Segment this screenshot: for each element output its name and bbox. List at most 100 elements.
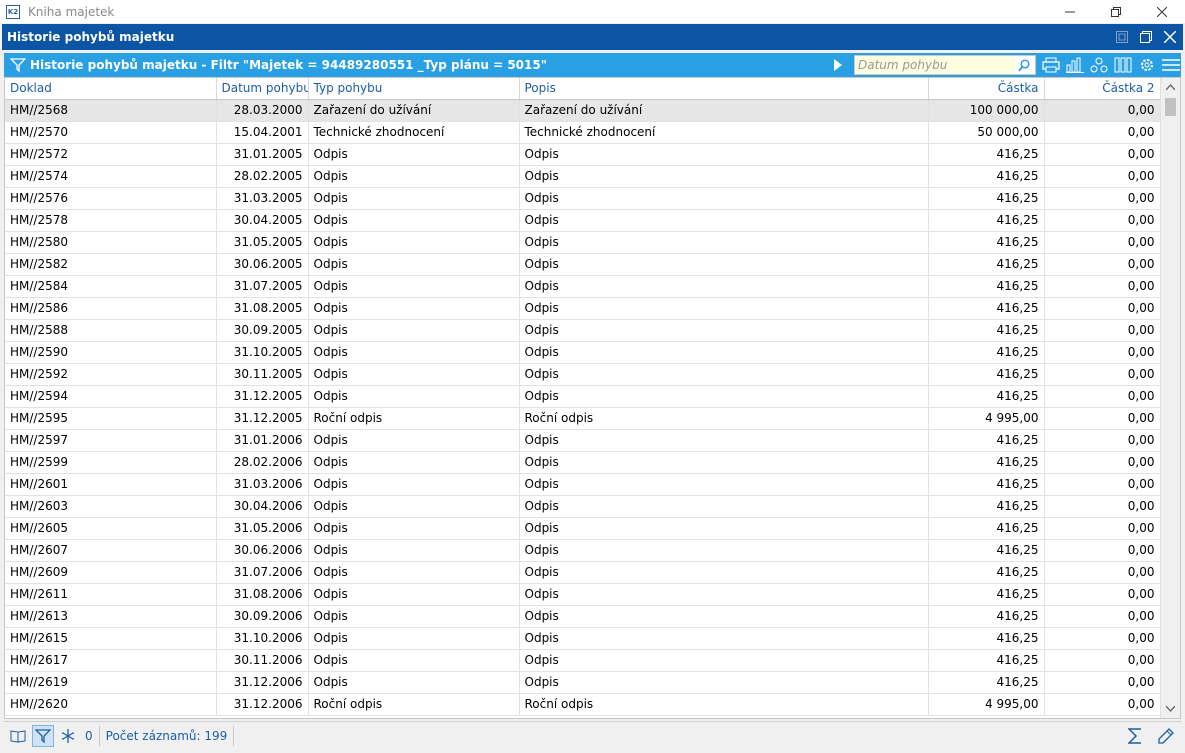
- table-row[interactable]: HM//2611 31.08.2006 Odpis Odpis 416,25 0,00: [5, 583, 1161, 606]
- table-row[interactable]: HM//2576 31.03.2005 Odpis Odpis 416,25 0,00: [5, 187, 1161, 210]
- table-row[interactable]: HM//2615 31.10.2006 Odpis Odpis 416,25 0,00: [5, 627, 1161, 650]
- hierarchy-button[interactable]: [1088, 55, 1109, 75]
- edit-button[interactable]: [1155, 725, 1177, 747]
- os-window-controls: [1047, 0, 1185, 23]
- filter-status-button[interactable]: [32, 724, 54, 747]
- hierarchy-icon: [1090, 57, 1107, 73]
- table-row[interactable]: HM//2572 31.01.2005 Odpis Odpis 416,25 0,00: [5, 143, 1161, 166]
- cell-typ-pohybu: Odpis: [308, 363, 520, 386]
- table-row[interactable]: HM//2597 31.01.2006 Odpis Odpis 416,25 0,00: [5, 429, 1161, 452]
- search-button[interactable]: [1015, 56, 1033, 74]
- print-button[interactable]: [1040, 55, 1061, 75]
- chevron-up-icon: [1166, 84, 1175, 90]
- columns-button[interactable]: [1112, 55, 1133, 75]
- cell-castka: 416,25: [928, 539, 1045, 562]
- table-row[interactable]: HM//2619 31.12.2006 Odpis Odpis 416,25 0,00: [5, 671, 1161, 694]
- vertical-scrollbar[interactable]: [1160, 78, 1180, 718]
- table-row[interactable]: HM//2613 30.09.2006 Odpis Odpis 416,25 0,00: [5, 605, 1161, 628]
- scroll-up-button[interactable]: [1161, 78, 1180, 96]
- table-row[interactable]: HM//2574 28.02.2005 Odpis Odpis 416,25 0,00: [5, 165, 1161, 188]
- table-row[interactable]: HM//2582 30.06.2005 Odpis Odpis 416,25 0,00: [5, 253, 1161, 276]
- table-row[interactable]: HM//2592 30.11.2005 Odpis Odpis 416,25 0,00: [5, 363, 1161, 386]
- cell-datum-pohybu: 31.10.2006: [216, 627, 309, 650]
- snowflake-button[interactable]: [57, 725, 79, 747]
- cell-castka-2: 0,00: [1044, 253, 1161, 276]
- cell-datum-pohybu: 31.12.2005: [216, 407, 309, 430]
- cell-popis: Odpis: [519, 187, 929, 210]
- cell-datum-pohybu: 30.09.2005: [216, 319, 309, 342]
- cell-popis: Technické zhodnocení: [519, 121, 929, 144]
- cell-doklad: HM//2605: [5, 517, 217, 540]
- table-row[interactable]: HM//2590 31.10.2005 Odpis Odpis 416,25 0,00: [5, 341, 1161, 364]
- chart-button[interactable]: [1064, 55, 1085, 75]
- maximize-button[interactable]: [1137, 28, 1155, 46]
- table-row[interactable]: HM//2620 31.12.2006 Roční odpis Roční odpis…: [5, 693, 1161, 716]
- column-header-doklad[interactable]: Doklad: [5, 78, 217, 100]
- os-close-button[interactable]: [1139, 0, 1185, 23]
- menu-icon: [1161, 59, 1180, 71]
- cell-castka-2: 0,00: [1044, 693, 1161, 716]
- table-row[interactable]: HM//2595 31.12.2005 Roční odpis Roční odpis…: [5, 407, 1161, 430]
- table-row[interactable]: HM//2594 31.12.2005 Odpis Odpis 416,25 0,00: [5, 385, 1161, 408]
- table-row[interactable]: HM//2588 30.09.2005 Odpis Odpis 416,25 0,00: [5, 319, 1161, 342]
- table-row[interactable]: HM//2601 31.03.2006 Odpis Odpis 416,25 0,00: [5, 473, 1161, 496]
- column-header-datum-pohybu[interactable]: Datum pohybu: [216, 78, 309, 100]
- table-row[interactable]: HM//2603 30.04.2006 Odpis Odpis 416,25 0,00: [5, 495, 1161, 518]
- table-row[interactable]: HM//2580 31.05.2005 Odpis Odpis 416,25 0,00: [5, 231, 1161, 254]
- sum-button[interactable]: [1124, 725, 1146, 747]
- cell-doklad: HM//2574: [5, 165, 217, 188]
- cell-datum-pohybu: 30.11.2005: [216, 363, 309, 386]
- search-input[interactable]: [855, 56, 1015, 74]
- cell-typ-pohybu: Odpis: [308, 275, 520, 298]
- cell-castka: 416,25: [928, 319, 1045, 342]
- table-row[interactable]: HM//2607 30.06.2006 Odpis Odpis 416,25 0,00: [5, 539, 1161, 562]
- column-header-row: Doklad Datum pohybu Typ pohybu Popis Čás…: [5, 78, 1161, 100]
- scroll-thumb[interactable]: [1165, 98, 1176, 116]
- cell-castka-2: 0,00: [1044, 187, 1161, 210]
- cell-doklad: HM//2586: [5, 297, 217, 320]
- column-header-castka[interactable]: Částka: [928, 78, 1045, 100]
- table-row[interactable]: HM//2578 30.04.2005 Odpis Odpis 416,25 0,00: [5, 209, 1161, 232]
- minimize-button[interactable]: [1047, 0, 1093, 23]
- cell-typ-pohybu: Odpis: [308, 187, 520, 210]
- cell-typ-pohybu: Odpis: [308, 209, 520, 232]
- window-close-button[interactable]: [1161, 28, 1179, 46]
- filter-bar: Historie pohybů majetku - Filtr "Majetek…: [4, 53, 1181, 77]
- sigma-icon: [1128, 728, 1141, 744]
- table-row[interactable]: HM//2570 15.04.2001 Technické zhodnocení Te…: [5, 121, 1161, 144]
- column-header-typ-pohybu[interactable]: Typ pohybu: [308, 78, 520, 100]
- play-button[interactable]: [828, 55, 848, 75]
- menu-button[interactable]: [1160, 55, 1181, 75]
- table-row[interactable]: HM//2584 31.07.2005 Odpis Odpis 416,25 0,00: [5, 275, 1161, 298]
- column-header-castka-2[interactable]: Částka 2: [1044, 78, 1161, 100]
- window-controls: [1113, 24, 1179, 50]
- filter-toggle-button[interactable]: [8, 55, 28, 75]
- cell-doklad: HM//2607: [5, 539, 217, 562]
- restore-icon: [1111, 6, 1121, 17]
- settings-button[interactable]: [1136, 55, 1157, 75]
- table-row[interactable]: HM//2586 31.08.2005 Odpis Odpis 416,25 0,00: [5, 297, 1161, 320]
- cell-datum-pohybu: 31.03.2006: [216, 473, 309, 496]
- table-row[interactable]: HM//2609 31.07.2006 Odpis Odpis 416,25 0,00: [5, 561, 1161, 584]
- cell-popis: Odpis: [519, 231, 929, 254]
- cell-doklad: HM//2595: [5, 407, 217, 430]
- cell-typ-pohybu: Odpis: [308, 429, 520, 452]
- cell-popis: Odpis: [519, 517, 929, 540]
- dock-button[interactable]: [1113, 28, 1131, 46]
- book-button[interactable]: [7, 725, 29, 747]
- cell-typ-pohybu: Odpis: [308, 539, 520, 562]
- restore-button[interactable]: [1093, 0, 1139, 23]
- filter-icon: [35, 728, 51, 744]
- cell-castka-2: 0,00: [1044, 231, 1161, 254]
- cell-popis: Odpis: [519, 297, 929, 320]
- cell-popis: Roční odpis: [519, 407, 929, 430]
- table-row[interactable]: HM//2568 28.03.2000 Zařazení do užívání Zař…: [5, 99, 1161, 122]
- table-row[interactable]: HM//2599 28.02.2006 Odpis Odpis 416,25 0,00: [5, 451, 1161, 474]
- scroll-down-button[interactable]: [1161, 700, 1180, 718]
- table-row[interactable]: HM//2605 31.05.2006 Odpis Odpis 416,25 0,00: [5, 517, 1161, 540]
- column-header-popis[interactable]: Popis: [519, 78, 929, 100]
- cell-castka-2: 0,00: [1044, 561, 1161, 584]
- cell-popis: Odpis: [519, 385, 929, 408]
- table-row[interactable]: HM//2617 30.11.2006 Odpis Odpis 416,25 0,00: [5, 649, 1161, 672]
- cell-castka: 416,25: [928, 253, 1045, 276]
